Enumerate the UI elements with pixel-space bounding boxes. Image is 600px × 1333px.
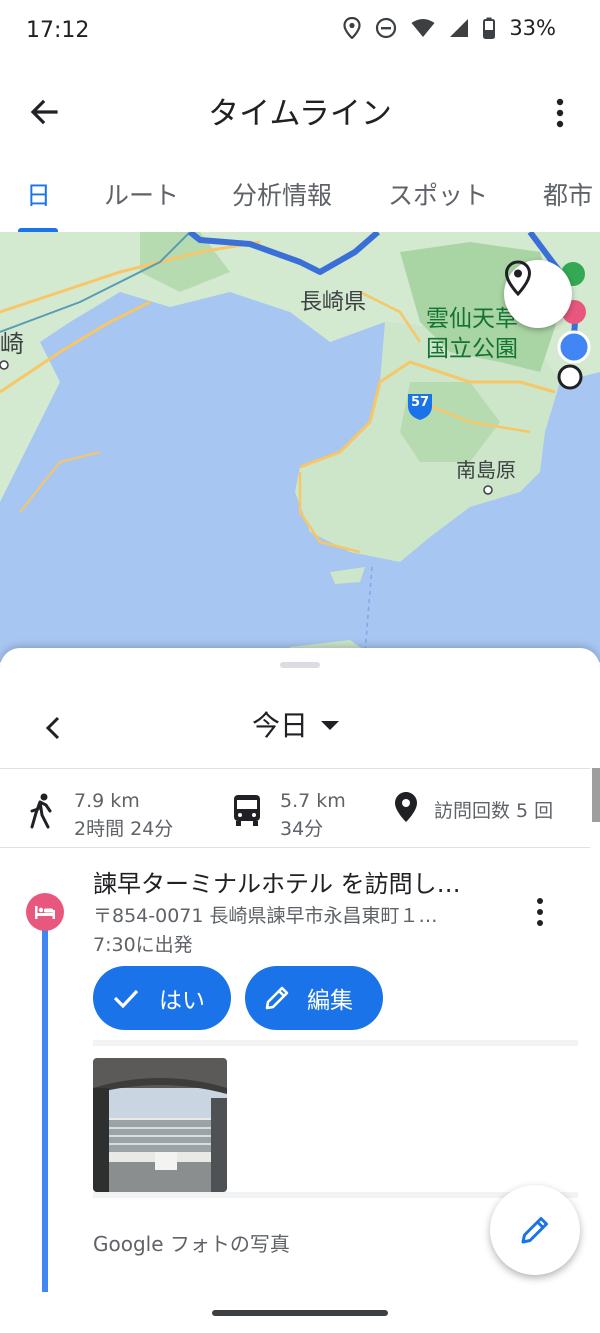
gesture-nav-bar[interactable] — [212, 1310, 388, 1316]
dnd-icon — [376, 17, 397, 39]
visit-address: 〒854-0071 長崎県諫早市永昌東町１… — [93, 905, 438, 927]
divider — [93, 1040, 578, 1046]
transit-time: 34分 — [280, 818, 324, 840]
map-label-unzen-line2: 国立公園 — [426, 336, 518, 362]
map-view[interactable]: 長崎県 雲仙天草 国立公園 南島原 崎 57 — [0, 232, 600, 662]
signal-icon — [450, 19, 469, 37]
yes-label: はい — [159, 988, 205, 1014]
walk-icon — [30, 793, 52, 829]
battery-percent: 33% — [509, 16, 556, 40]
dropdown-arrow-icon[interactable] — [320, 720, 340, 732]
tab-day[interactable]: 日 — [26, 176, 51, 212]
status-bar: 17:12 33% — [0, 0, 600, 66]
map-label-unzen-park: 雲仙天草 国立公園 — [426, 304, 518, 364]
hotel-marker — [26, 893, 64, 931]
check-icon — [113, 989, 139, 1008]
edit-label: 編集 — [307, 988, 353, 1014]
chevron-left-icon — [45, 716, 60, 740]
visit-title[interactable]: 諫早ターミナルホテル を訪問し… — [93, 864, 461, 899]
walk-distance: 7.9 km — [74, 790, 140, 812]
confirm-yes-button[interactable]: はい — [93, 966, 231, 1030]
status-icons: 33% — [343, 16, 556, 40]
more-vert-icon — [537, 898, 543, 926]
place-icon — [504, 260, 532, 296]
sheet-drag-handle[interactable] — [280, 662, 320, 668]
tab-places[interactable]: スポット — [388, 176, 488, 212]
date-selector: 今日 — [0, 696, 600, 766]
more-vert-icon — [556, 98, 564, 128]
edit-button[interactable]: 編集 — [245, 966, 383, 1030]
pencil-icon — [265, 986, 289, 1010]
scrollbar[interactable] — [592, 768, 600, 822]
day-summary-stats: 7.9 km 2時間 24分 5.7 km 34分 訪問回数 5 回 — [0, 768, 590, 848]
visit-photo-thumbnail[interactable] — [93, 1058, 227, 1192]
hotel-bed-icon — [35, 906, 55, 919]
places-pin-button[interactable] — [504, 260, 572, 328]
map-label-nagasaki-prefecture: 長崎県 — [300, 290, 367, 315]
location-icon — [343, 17, 361, 39]
battery-icon — [483, 17, 496, 39]
photo-source-caption: Google フォトの写真 — [93, 1232, 290, 1256]
transit-distance: 5.7 km — [280, 790, 346, 812]
photo-image — [93, 1058, 227, 1192]
map-label-minamishimabara: 南島原 — [456, 458, 516, 482]
overflow-menu-button[interactable] — [550, 94, 570, 134]
tab-bar: 日 ルート 分析情報 スポット 都市 — [0, 156, 600, 232]
date-label[interactable]: 今日 — [252, 704, 308, 744]
page-title: タイムライン — [208, 96, 392, 132]
map-label-city-left: 崎 — [0, 330, 24, 358]
app-bar: タイムライン — [0, 66, 600, 156]
tab-route[interactable]: ルート — [104, 176, 179, 212]
tab-cities[interactable]: 都市 — [543, 176, 593, 212]
bus-icon — [234, 795, 260, 826]
walk-time: 2時間 24分 — [74, 818, 174, 840]
timeline-track — [42, 900, 48, 1292]
status-time: 17:12 — [26, 18, 90, 43]
visit-overflow-button[interactable] — [530, 896, 550, 928]
visit-departure-time: 7:30に出発 — [93, 934, 193, 956]
wifi-icon — [411, 19, 435, 37]
place-icon — [395, 792, 417, 822]
edit-fab-button[interactable] — [490, 1185, 580, 1275]
map-label-unzen-line1: 雲仙天草 — [426, 306, 518, 332]
pencil-icon — [521, 1217, 548, 1244]
tab-insights[interactable]: 分析情報 — [232, 176, 332, 212]
previous-day-button[interactable] — [38, 708, 68, 748]
visits-count: 訪問回数 5 回 — [434, 800, 554, 822]
route-57-shield-label: 57 — [411, 395, 430, 410]
